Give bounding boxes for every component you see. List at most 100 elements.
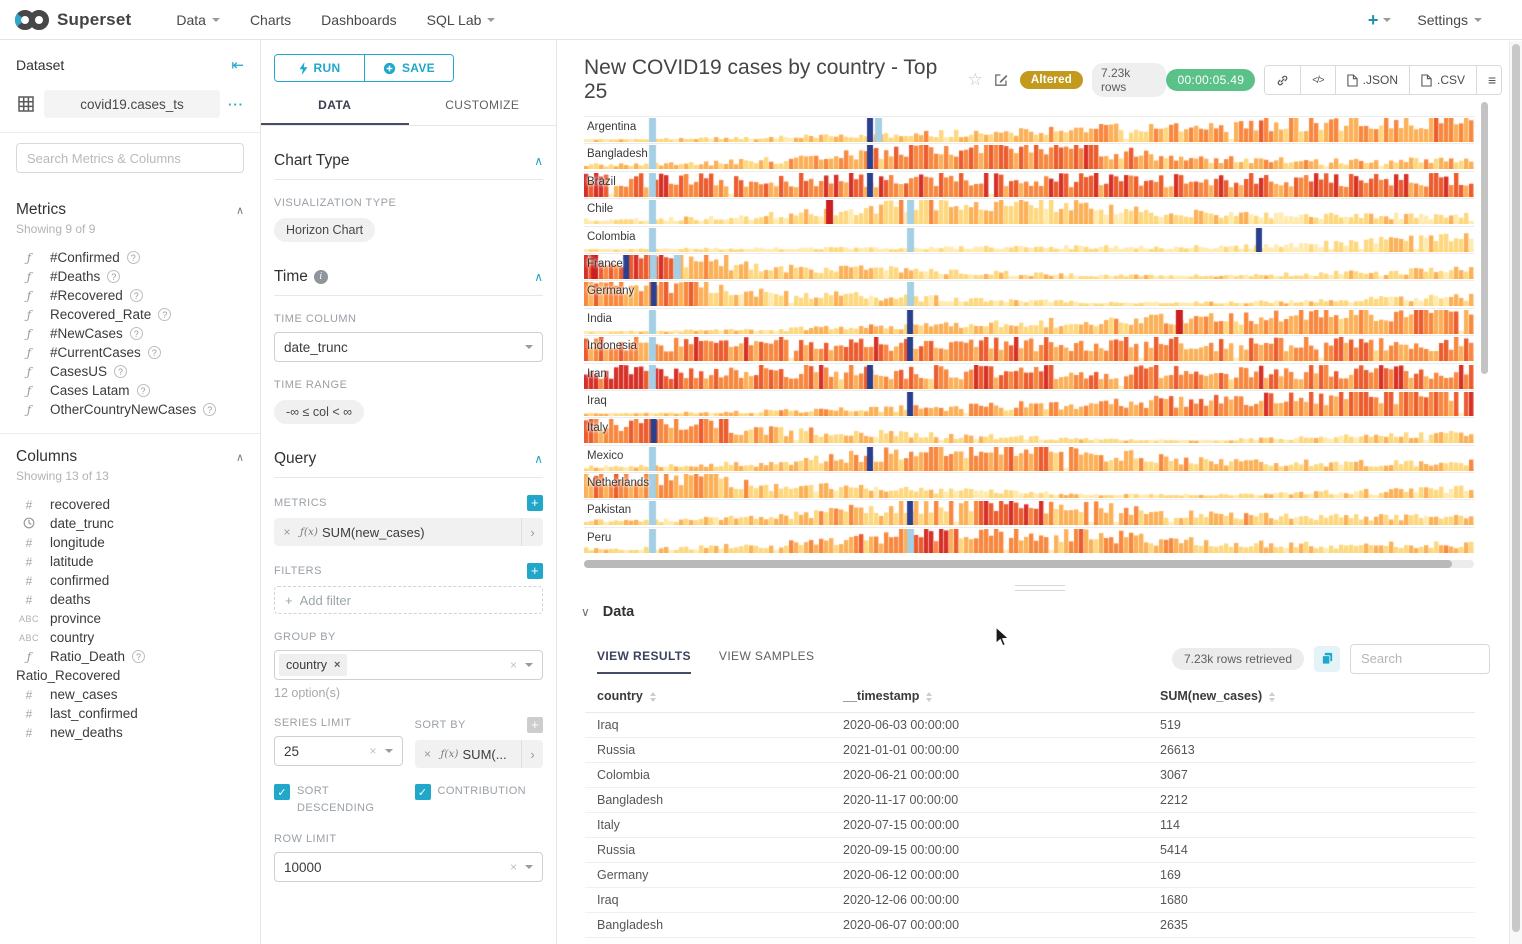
chevron-up-icon[interactable]: ∧ xyxy=(534,270,543,284)
metric-item[interactable]: ƒ#Recovered? xyxy=(16,286,244,305)
sort-descending-checkbox[interactable]: ✓ SORT DESCENDING xyxy=(274,783,403,816)
column-item[interactable]: #new_cases xyxy=(16,685,244,704)
dataset-name[interactable]: covid19.cases_ts xyxy=(44,90,220,118)
column-item[interactable]: #longitude xyxy=(16,533,244,552)
run-button[interactable]: RUN xyxy=(275,55,364,81)
horizon-row[interactable]: France xyxy=(584,253,1474,279)
nav-item-sql-lab[interactable]: SQL Lab xyxy=(412,0,511,39)
chevron-up-icon[interactable]: ∧ xyxy=(236,204,244,217)
chart-horizontal-scrollbar-thumb[interactable] xyxy=(584,560,1452,568)
tab-view-results[interactable]: VIEW RESULTS xyxy=(597,649,691,674)
sort-icon[interactable] xyxy=(926,692,932,702)
add-filter-button[interactable]: + xyxy=(527,563,543,579)
horizon-row[interactable]: Germany xyxy=(584,280,1474,306)
clear-icon[interactable]: × xyxy=(510,658,517,672)
metric-item[interactable]: ƒ#CurrentCases? xyxy=(16,343,244,362)
table-row[interactable]: Bangladesh2020-11-17 00:00:002212 xyxy=(585,787,1475,812)
chevron-up-icon[interactable]: ∧ xyxy=(534,452,543,466)
expand-sort-icon[interactable]: › xyxy=(521,740,543,768)
horizon-row[interactable]: India xyxy=(584,308,1474,334)
horizon-row[interactable]: Peru xyxy=(584,527,1474,553)
table-row[interactable]: Colombia2020-06-21 00:00:003067 xyxy=(585,762,1475,787)
collapse-panel-icon[interactable]: ⇤ xyxy=(231,56,244,74)
table-row[interactable]: Russia2020-09-15 00:00:005414 xyxy=(585,837,1475,862)
results-search-input[interactable] xyxy=(1350,644,1490,674)
horizon-row[interactable]: Iraq xyxy=(584,390,1474,416)
table-column-header[interactable]: __timestamp xyxy=(831,680,1148,713)
nav-item-data[interactable]: Data xyxy=(161,0,235,39)
horizon-row[interactable]: Iran xyxy=(584,363,1474,389)
row-limit-select[interactable]: 10000 × xyxy=(274,852,543,882)
column-item[interactable]: #confirmed xyxy=(16,571,244,590)
column-item[interactable]: #deaths xyxy=(16,590,244,609)
visualization-type-value[interactable]: Horizon Chart xyxy=(274,218,375,242)
add-sort-by-button[interactable]: + xyxy=(527,717,543,733)
chart-vertical-scrollbar[interactable] xyxy=(1481,102,1488,374)
sort-by-pill[interactable]: × ƒ(x) SUM(... › xyxy=(415,740,544,768)
favorite-star-icon[interactable]: ☆ xyxy=(968,70,983,90)
horizon-row[interactable]: Pakistan xyxy=(584,499,1474,525)
dataset-more-icon[interactable]: ··· xyxy=(228,97,244,112)
column-item[interactable]: #latitude xyxy=(16,552,244,571)
remove-metric-icon[interactable]: × xyxy=(274,525,300,539)
nav-item-charts[interactable]: Charts xyxy=(235,0,306,39)
column-item[interactable]: #last_confirmed xyxy=(16,704,244,723)
table-column-header[interactable]: SUM(new_cases) xyxy=(1148,680,1475,713)
chevron-up-icon[interactable]: ∧ xyxy=(534,154,543,168)
sort-icon[interactable] xyxy=(650,692,656,702)
series-limit-select[interactable]: 25 × xyxy=(274,736,403,766)
export-csv-button[interactable]: .CSV xyxy=(1409,66,1476,94)
table-row[interactable]: Iraq2020-06-03 00:00:00519 xyxy=(585,712,1475,737)
search-metrics-columns-input[interactable] xyxy=(16,143,244,173)
horizon-row[interactable]: Bangladesh xyxy=(584,143,1474,169)
remove-tag-icon[interactable]: × xyxy=(334,659,340,671)
tab-customize[interactable]: CUSTOMIZE xyxy=(409,98,557,125)
chart-menu-button[interactable]: ≡ xyxy=(1476,66,1502,94)
column-item[interactable]: ƒRatio_Death? xyxy=(16,647,244,666)
contribution-checkbox[interactable]: ✓ CONTRIBUTION xyxy=(415,783,544,816)
metric-item[interactable]: ƒCases Latam? xyxy=(16,381,244,400)
clear-icon[interactable]: × xyxy=(510,860,517,874)
column-item[interactable]: ABCprovince xyxy=(16,609,244,628)
column-item[interactable]: date_trunc xyxy=(16,514,244,533)
metric-item[interactable]: ƒ#NewCases? xyxy=(16,324,244,343)
tab-view-samples[interactable]: VIEW SAMPLES xyxy=(719,649,815,674)
group-by-select[interactable]: country × × xyxy=(274,650,543,680)
save-button[interactable]: SAVE xyxy=(364,55,453,81)
edit-properties-icon[interactable] xyxy=(994,73,1008,87)
metric-item[interactable]: ƒCasesUS? xyxy=(16,362,244,381)
tab-data[interactable]: DATA xyxy=(261,98,409,125)
time-column-select[interactable]: date_trunc xyxy=(274,332,543,362)
superset-logo[interactable]: Superset xyxy=(14,9,131,31)
horizon-row[interactable]: Indonesia xyxy=(584,335,1474,361)
metric-item[interactable]: ƒ#Confirmed? xyxy=(16,248,244,267)
add-filter-dropzone[interactable]: + Add filter xyxy=(274,586,543,614)
horizon-row[interactable]: Brazil xyxy=(584,171,1474,197)
copy-link-button[interactable] xyxy=(1265,66,1300,94)
page-scrollbar-thumb[interactable] xyxy=(1512,44,1520,932)
time-range-value[interactable]: -∞ ≤ col < ∞ xyxy=(274,400,364,424)
export-json-button[interactable]: .JSON xyxy=(1335,66,1409,94)
nav-item-dashboards[interactable]: Dashboards xyxy=(306,0,412,39)
results-resize-handle[interactable] xyxy=(1015,585,1065,591)
clear-icon[interactable]: × xyxy=(369,744,376,758)
embed-code-button[interactable]: </> xyxy=(1300,66,1334,94)
table-row[interactable]: Russia2021-01-01 00:00:0026613 xyxy=(585,737,1475,762)
table-row[interactable]: Italy2020-04-02 00:00:004668 xyxy=(585,937,1475,944)
table-row[interactable]: Germany2020-06-12 00:00:00169 xyxy=(585,862,1475,887)
chevron-down-icon[interactable]: ∨ xyxy=(581,605,590,619)
new-dropdown[interactable]: + xyxy=(1368,11,1392,29)
settings-dropdown[interactable]: Settings xyxy=(1417,12,1482,28)
table-row[interactable]: Bangladesh2020-06-07 00:00:002635 xyxy=(585,912,1475,937)
horizon-row[interactable]: Chile xyxy=(584,198,1474,224)
horizon-row[interactable]: Colombia xyxy=(584,226,1474,252)
metric-item[interactable]: ƒ#Deaths? xyxy=(16,267,244,286)
table-row[interactable]: Iraq2020-12-06 00:00:001680 xyxy=(585,887,1475,912)
table-row[interactable]: Italy2020-07-15 00:00:00114 xyxy=(585,812,1475,837)
altered-badge[interactable]: Altered xyxy=(1020,71,1083,89)
add-metric-button[interactable]: + xyxy=(527,495,543,511)
column-item[interactable]: #new_deaths xyxy=(16,723,244,742)
column-item[interactable]: ABCcountry xyxy=(16,628,244,647)
expand-metric-icon[interactable]: › xyxy=(521,518,543,546)
sort-icon[interactable] xyxy=(1269,692,1275,702)
